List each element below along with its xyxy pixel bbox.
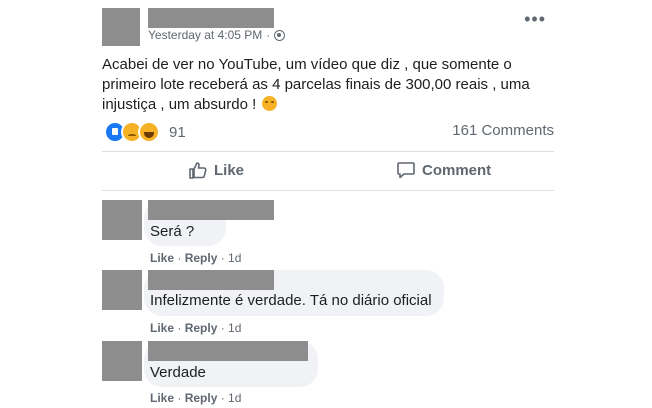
comment-like-link[interactable]: Like [150,321,174,335]
more-options-icon[interactable]: ••• [524,10,546,28]
commenter-avatar[interactable] [102,200,142,240]
post-author-name-redacted[interactable] [148,8,274,28]
thumbs-up-icon [189,162,207,179]
comment-bubble-icon [397,162,415,179]
reactions-summary[interactable]: 91 [104,121,186,143]
divider [102,151,554,152]
like-button-label: Like [214,161,245,179]
commenter-avatar[interactable] [102,341,142,381]
post-text: Acabei de ver no YouTube, um vídeo que d… [102,56,530,113]
commenter-avatar[interactable] [102,270,142,310]
comment-button[interactable]: Comment [396,160,491,180]
post-timestamp[interactable]: Yesterday at 4:05 PM [148,28,262,42]
like-button[interactable]: Like [188,160,244,180]
comment-like-link[interactable]: Like [150,251,174,265]
comment-like-link[interactable]: Like [150,391,174,405]
comment-bubble: Será ? [144,200,274,246]
comment-reply-link[interactable]: Reply [185,321,218,335]
comment-text: Será ? [150,223,195,240]
comment-text: Infelizmente é verdade. Tá no diário ofi… [150,292,432,309]
commenter-name-redacted[interactable] [148,341,308,361]
commenter-name-redacted[interactable] [148,270,274,290]
privacy-public-icon[interactable] [274,29,286,41]
comment-reply-link[interactable]: Reply [185,251,218,265]
comment-actions: Like · Reply · 1d [150,321,242,335]
comment-actions: Like · Reply · 1d [150,251,242,265]
comment-age[interactable]: 1d [228,251,241,265]
comment-bubble: Infelizmente é verdade. Tá no diário ofi… [144,270,444,316]
reaction-count[interactable]: 91 [169,124,186,141]
comment-count-link[interactable]: 161 Comments [452,122,554,139]
comment-age[interactable]: 1d [228,391,241,405]
comment-bubble: Verdade [144,341,318,387]
post-meta: Yesterday at 4:05 PM · [148,28,286,42]
comment-age[interactable]: 1d [228,321,241,335]
haha-reaction-icon [138,121,160,143]
comment-text: Verdade [150,364,206,381]
disappointed-emoji-icon [262,96,278,111]
comment-button-label: Comment [422,161,492,179]
comment-reply-link[interactable]: Reply [185,391,218,405]
comment-actions: Like · Reply · 1d [150,391,242,405]
meta-separator: · [266,28,271,42]
commenter-name-redacted[interactable] [148,200,274,220]
post-body: Acabei de ver no YouTube, um vídeo que d… [102,55,557,115]
post-author-avatar[interactable] [102,8,140,46]
divider [102,190,554,191]
